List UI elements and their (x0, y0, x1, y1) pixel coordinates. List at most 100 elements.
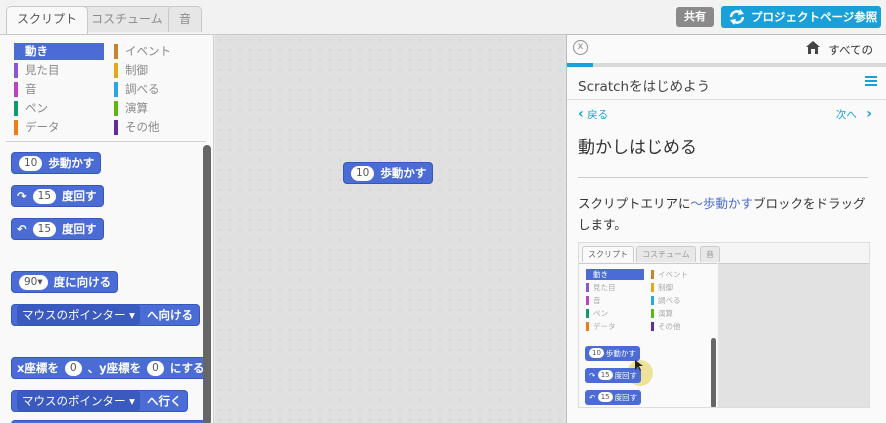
rotate-right-icon: ↷ (17, 189, 27, 203)
see-project-page-label: プロジェクトページ参照 (751, 10, 878, 24)
block-turn-right[interactable]: ↷ 15 度回す (11, 185, 104, 207)
tips-title: Scratchをはじめよう (578, 79, 711, 95)
tutorial-screenshot: スクリプト コスチューム 音 動き 見た目 音 ペン データ イベント 制御 調… (578, 242, 870, 408)
mini-category: ペン (586, 308, 644, 319)
block-move-steps[interactable]: 10 歩動かす (11, 152, 102, 174)
mouse-cursor-icon (635, 360, 643, 371)
category-looks[interactable]: 見た目 (14, 62, 106, 79)
steps-input[interactable]: 10 (351, 166, 375, 181)
category-color-bar (14, 101, 18, 116)
category-operators-label: 演算 (125, 101, 148, 115)
mini-palette: 動き 見た目 音 ペン データ イベント 制御 調べる 演算 その他 10 歩動か… (579, 263, 717, 407)
mini-category: データ (586, 321, 644, 332)
step-instruction: スクリプトエリアに〜歩動かすブロックをドラッグします。 (578, 193, 870, 235)
x-input[interactable]: 0 (64, 361, 82, 376)
palette-scrollbar[interactable] (203, 145, 211, 423)
category-looks-label: 見た目 (25, 63, 60, 77)
menu-icon[interactable] (865, 75, 877, 87)
script-block-move-steps[interactable]: 10 歩動かす (343, 162, 434, 184)
category-control-label: 制御 (125, 63, 148, 77)
block-point-towards[interactable]: マウスのポインター ▾ へ向ける (11, 304, 200, 326)
see-project-page-button[interactable]: プロジェクトページ参照 (721, 6, 881, 28)
mini-tab-sounds: 音 (700, 246, 720, 262)
category-motion[interactable]: 動き (14, 43, 104, 60)
tips-progress-fill (567, 63, 593, 67)
mini-script-area (718, 263, 869, 407)
block-label: 度回す (62, 189, 97, 203)
all-tips-link[interactable]: すべての (828, 42, 873, 58)
mini-category: 調べる (651, 295, 709, 306)
category-color-bar (114, 101, 118, 116)
chevron-right-icon: › (866, 106, 872, 122)
category-sound-label: 音 (25, 82, 37, 96)
category-color-bar (14, 82, 18, 97)
category-pen-label: ペン (25, 101, 48, 115)
back-button[interactable]: ‹ 戻る (578, 106, 608, 122)
rotate-left-icon: ↶ (589, 393, 596, 402)
block-label: にする (169, 361, 205, 375)
block-label: へ行く (146, 394, 182, 408)
block-go-to-xy[interactable]: x座標を 0 、y座標を 0 にする (11, 357, 212, 379)
category-more-blocks-label: その他 (125, 120, 160, 134)
mini-category: 音 (586, 295, 644, 306)
tab-sounds[interactable]: 音 (168, 6, 203, 32)
degrees-input[interactable]: 15 (32, 189, 57, 204)
category-control[interactable]: 制御 (114, 62, 206, 79)
category-more-blocks[interactable]: その他 (114, 119, 206, 136)
block-label: 歩動かす (48, 156, 95, 170)
block-label: 度に向ける (53, 275, 112, 289)
category-data-label: データ (25, 120, 60, 134)
category-color-bar (114, 44, 118, 59)
category-pen[interactable]: ペン (14, 100, 106, 117)
target-dropdown[interactable]: マウスのポインター ▾ (17, 305, 140, 325)
home-icon[interactable] (805, 40, 821, 55)
step-title: 動かしはじめる (578, 138, 697, 158)
category-events[interactable]: イベント (114, 43, 206, 60)
next-label: 次へ (835, 109, 857, 121)
target-dropdown[interactable]: マウスのポインター ▾ (17, 391, 140, 411)
y-input[interactable]: 0 (147, 361, 164, 376)
block-go-to[interactable]: マウスのポインター ▾ へ行く (11, 390, 189, 412)
tips-header-divider (567, 99, 886, 100)
step-divider (578, 177, 868, 178)
category-color-bar (114, 82, 118, 97)
next-button[interactable]: 次へ › (836, 106, 872, 122)
tips-progress-bar (567, 63, 886, 67)
instruction-block-name: 〜歩動かす (690, 196, 754, 211)
category-data[interactable]: データ (14, 119, 106, 136)
block-label: x座標を (17, 361, 59, 375)
category-color-bar (114, 63, 118, 78)
block-palette: 動き 見た目 音 ペン データ イベント 制御 調べる 演算 その他 10 歩動… (0, 34, 214, 423)
block-turn-left[interactable]: ↶ 15 度回す (11, 218, 104, 240)
category-sound[interactable]: 音 (14, 81, 106, 98)
category-color-bar (14, 63, 18, 78)
block-label: 度回す (62, 222, 97, 236)
mini-category: その他 (651, 321, 709, 332)
category-sensing-label: 調べる (125, 82, 160, 96)
category-motion-label: 動き (25, 44, 48, 58)
rotate-left-icon: ↶ (17, 222, 27, 236)
steps-input[interactable]: 10 (19, 156, 43, 171)
block-label: 、y座標を (87, 361, 142, 375)
category-sensing[interactable]: 調べる (114, 81, 206, 98)
mini-block-turn-right: ↷ 15 度回す (585, 368, 642, 383)
tab-costumes[interactable]: コスチューム (80, 6, 174, 32)
back-label: 戻る (587, 109, 609, 121)
category-events-label: イベント (125, 44, 171, 58)
palette-divider (6, 141, 206, 142)
category-operators[interactable]: 演算 (114, 100, 206, 117)
tab-scripts[interactable]: スクリプト (6, 6, 89, 34)
rotate-right-icon: ↷ (589, 371, 596, 380)
close-tips-button[interactable]: x (573, 40, 588, 55)
share-button[interactable]: 共有 (676, 7, 714, 27)
script-area[interactable]: 10 歩動かす (215, 34, 567, 423)
degrees-input[interactable]: 15 (32, 222, 57, 237)
mini-block-turn-left: ↶ 15 度回す (585, 390, 642, 405)
tips-header: x すべての (567, 35, 886, 63)
mini-category: 動き (586, 269, 644, 280)
direction-input[interactable]: 90▾ (19, 275, 48, 290)
mini-scrollbar (711, 338, 716, 407)
mini-category: イベント (651, 269, 709, 280)
block-point-in-direction[interactable]: 90▾ 度に向ける (11, 271, 119, 293)
mini-category: 見た目 (586, 282, 644, 293)
